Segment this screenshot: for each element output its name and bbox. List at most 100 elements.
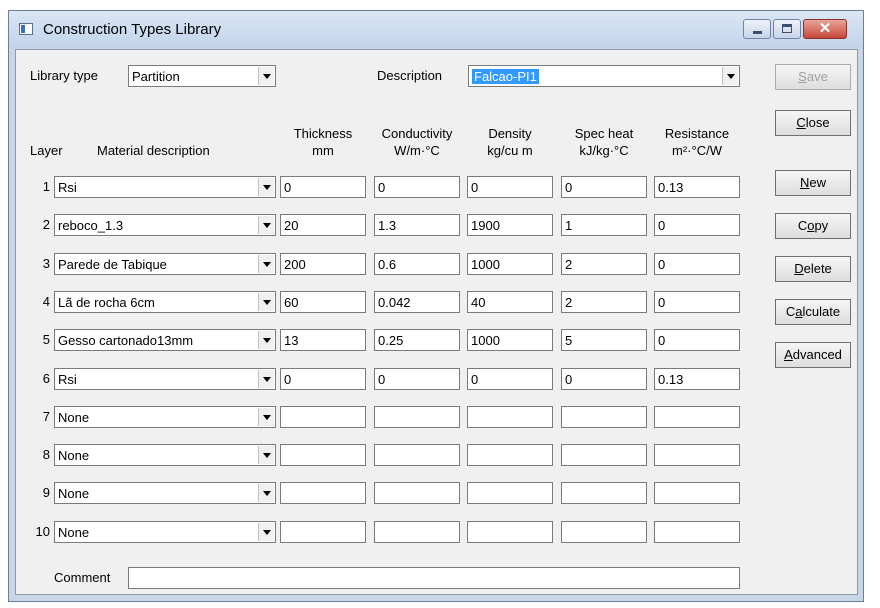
thickness-value: 13 (284, 333, 299, 349)
dropdown-arrow-icon[interactable] (258, 407, 274, 426)
maximize-icon[interactable] (773, 19, 801, 39)
thickness-value: 0 (284, 180, 292, 195)
conductivity-field[interactable] (374, 520, 460, 543)
resistance-field[interactable]: 0.13 (654, 367, 740, 390)
dropdown-arrow-icon[interactable] (258, 331, 274, 350)
description-value: Falcao-PI1 (472, 69, 539, 84)
close-icon[interactable]: ✕ (803, 19, 847, 39)
thickness-field[interactable]: 0 (280, 176, 366, 198)
resistance-field[interactable]: 0 (654, 252, 740, 275)
thickness-field[interactable] (280, 520, 366, 543)
density-field[interactable] (467, 444, 553, 467)
conductivity-field[interactable]: 0.25 (374, 329, 460, 352)
dropdown-arrow-icon[interactable] (258, 446, 274, 465)
thickness-field[interactable]: 200 (280, 252, 366, 275)
conductivity-field[interactable]: 0 (374, 176, 460, 198)
description-label: Description (377, 68, 443, 83)
resistance-header-line2: m²·°C/W (672, 143, 722, 158)
resistance-field[interactable]: 0 (654, 329, 740, 352)
material-select[interactable]: reboco_1.3 (54, 214, 276, 237)
conductivity-value: 0.25 (378, 333, 404, 349)
copy-button[interactable]: Copy (775, 213, 851, 239)
spec-heat-field[interactable] (561, 482, 647, 505)
density-field[interactable]: 1900 (467, 214, 553, 237)
density-field[interactable]: 0 (467, 367, 553, 390)
conductivity-field[interactable] (374, 482, 460, 505)
delete-button[interactable]: Delete (775, 256, 851, 282)
thickness-field[interactable]: 13 (280, 329, 366, 352)
thickness-field[interactable] (280, 444, 366, 467)
construction-types-library-window: Construction Types Library ✕ Library typ… (8, 10, 864, 602)
save-button[interactable]: Save (775, 64, 851, 90)
dropdown-arrow-icon[interactable] (258, 254, 274, 273)
density-field[interactable] (467, 520, 553, 543)
spec-heat-field[interactable]: 5 (561, 329, 647, 352)
material-select[interactable]: None (54, 444, 276, 467)
material-select[interactable]: Gesso cartonado13mm (54, 329, 276, 352)
dropdown-arrow-icon[interactable] (258, 522, 274, 541)
density-field[interactable]: 0 (467, 176, 553, 198)
material-select[interactable]: Lã de rocha 6cm (54, 290, 276, 313)
density-value: 40 (471, 294, 486, 310)
density-field[interactable]: 40 (467, 290, 553, 313)
spec-heat-field[interactable]: 1 (561, 214, 647, 237)
density-field[interactable] (467, 405, 553, 428)
thickness-field[interactable] (280, 405, 366, 428)
resistance-value: 0 (658, 333, 666, 349)
resistance-field[interactable] (654, 444, 740, 467)
spec-heat-field[interactable] (561, 405, 647, 428)
conductivity-field[interactable]: 0 (374, 367, 460, 390)
density-field[interactable] (467, 482, 553, 505)
dropdown-arrow-icon[interactable] (722, 67, 738, 85)
resistance-field[interactable]: 0.13 (654, 176, 740, 198)
conductivity-field[interactable] (374, 405, 460, 428)
resistance-field[interactable]: 0 (654, 290, 740, 313)
thickness-field[interactable]: 20 (280, 214, 366, 237)
spec-heat-field[interactable] (561, 520, 647, 543)
library-type-select[interactable]: Partition (128, 65, 276, 87)
thickness-field[interactable]: 0 (280, 367, 366, 390)
dropdown-arrow-icon[interactable] (258, 369, 274, 388)
spec-heat-field[interactable]: 0 (561, 367, 647, 390)
material-select[interactable]: Rsi (54, 176, 276, 198)
material-select[interactable]: None (54, 520, 276, 543)
spec-heat-field[interactable]: 2 (561, 252, 647, 275)
title-bar[interactable]: Construction Types Library ✕ (9, 11, 863, 49)
conductivity-field[interactable] (374, 444, 460, 467)
spec-heat-field[interactable]: 0 (561, 176, 647, 198)
dropdown-arrow-icon[interactable] (258, 67, 274, 85)
spec-heat-field[interactable]: 2 (561, 290, 647, 313)
material-select[interactable]: None (54, 482, 276, 505)
dropdown-arrow-icon[interactable] (258, 216, 274, 235)
material-select[interactable]: None (54, 405, 276, 428)
dropdown-arrow-icon[interactable] (258, 484, 274, 503)
close-button[interactable]: Close (775, 110, 851, 136)
material-value: Rsi (58, 371, 77, 387)
dropdown-arrow-icon[interactable] (258, 292, 274, 311)
thickness-field[interactable] (280, 482, 366, 505)
conductivity-field[interactable]: 1.3 (374, 214, 460, 237)
calculate-button[interactable]: Calculate (775, 299, 851, 325)
minimize-icon[interactable] (743, 19, 771, 39)
conductivity-field[interactable]: 0.6 (374, 252, 460, 275)
resistance-field[interactable] (654, 482, 740, 505)
density-field[interactable]: 1000 (467, 329, 553, 352)
spec-heat-field[interactable] (561, 444, 647, 467)
resistance-field[interactable]: 0 (654, 214, 740, 237)
material-select[interactable]: Parede de Tabique (54, 252, 276, 275)
new-button[interactable]: New (775, 170, 851, 196)
spec-heat-column-header: Spec heat kJ/kg·°C (561, 125, 647, 159)
dropdown-arrow-icon[interactable] (258, 178, 274, 196)
advanced-button[interactable]: Advanced (775, 342, 851, 368)
thickness-header-line1: Thickness (293, 126, 353, 141)
comment-field[interactable] (128, 567, 740, 589)
resistance-field[interactable] (654, 520, 740, 543)
material-select[interactable]: Rsi (54, 367, 276, 390)
conductivity-field[interactable]: 0.042 (374, 290, 460, 313)
comment-label: Comment (54, 570, 111, 585)
thickness-field[interactable]: 60 (280, 290, 366, 313)
density-value: 1000 (471, 333, 500, 349)
resistance-field[interactable] (654, 405, 740, 428)
density-field[interactable]: 1000 (467, 252, 553, 275)
description-select[interactable]: Falcao-PI1 (468, 65, 740, 87)
